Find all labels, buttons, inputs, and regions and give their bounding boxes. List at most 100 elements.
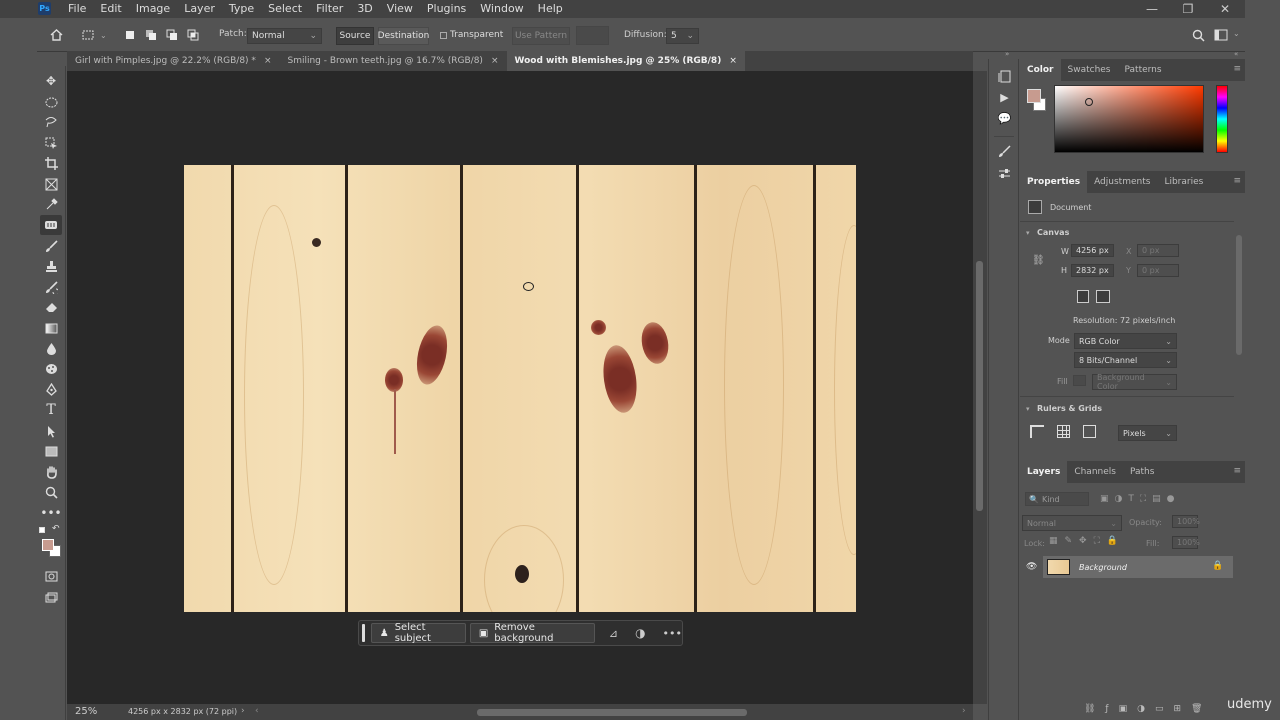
menu-window[interactable]: Window xyxy=(473,0,530,18)
foreground-color-swatch[interactable] xyxy=(42,539,54,551)
crop-tool-icon[interactable] xyxy=(40,153,62,173)
layers-menu-icon[interactable]: ≡ xyxy=(1233,466,1241,476)
tab-paths[interactable]: Paths xyxy=(1123,461,1161,483)
add-to-selection-icon[interactable] xyxy=(142,26,160,44)
type-tool-icon[interactable]: T xyxy=(40,400,62,420)
close-tab-icon[interactable]: × xyxy=(729,56,737,66)
width-field[interactable]: 4256 px xyxy=(1071,244,1114,257)
canvas-expand-chevron-icon[interactable]: ▾ xyxy=(1026,229,1030,237)
y-field[interactable]: 0 px xyxy=(1137,264,1179,277)
menu-layer[interactable]: Layer xyxy=(177,0,222,18)
document-image[interactable] xyxy=(184,165,856,612)
tab-wood-with-blemishes[interactable]: Wood with Blemishes.jpg @ 25% (RGB/8) × xyxy=(506,51,745,71)
marquee-tool-icon[interactable] xyxy=(40,92,62,112)
guides-icon[interactable] xyxy=(1083,425,1096,438)
menu-select[interactable]: Select xyxy=(261,0,309,18)
rulers-icon[interactable] xyxy=(1030,425,1044,438)
patch-tool-icon[interactable] xyxy=(40,215,62,235)
grid-icon[interactable] xyxy=(1057,425,1070,438)
horizontal-scrollbar-thumb[interactable] xyxy=(477,709,747,716)
status-chevron-right-icon[interactable]: › xyxy=(241,706,245,716)
more-options-icon[interactable]: ••• xyxy=(663,627,682,640)
diffusion-select[interactable]: 5 ⌄ xyxy=(666,28,699,44)
object-selection-tool-icon[interactable] xyxy=(40,133,62,153)
blur-tool-icon[interactable] xyxy=(40,338,62,358)
transparent-checkbox[interactable] xyxy=(440,32,447,39)
brush-tool-icon[interactable] xyxy=(40,236,62,256)
eyedropper-tool-icon[interactable] xyxy=(40,194,62,214)
properties-scrollbar-thumb[interactable] xyxy=(1236,235,1242,355)
more-tools-icon[interactable]: ••• xyxy=(40,503,62,523)
swap-colors-icon[interactable]: ↶ xyxy=(52,524,60,534)
visibility-eye-icon[interactable]: 👁 xyxy=(1026,562,1037,572)
layer-row-background[interactable] xyxy=(1043,556,1233,578)
menu-file[interactable]: File xyxy=(61,0,93,18)
menu-edit[interactable]: Edit xyxy=(93,0,128,18)
rulers-expand-chevron-icon[interactable]: ▾ xyxy=(1026,405,1030,413)
clone-stamp-tool-icon[interactable] xyxy=(40,256,62,276)
scroll-right-icon[interactable]: › xyxy=(962,706,966,716)
tab-swatches[interactable]: Swatches xyxy=(1061,59,1118,81)
layer-name[interactable]: Background xyxy=(1079,563,1127,572)
menu-filter[interactable]: Filter xyxy=(309,0,350,18)
use-pattern-button[interactable]: Use Pattern xyxy=(512,27,570,45)
default-colors-icon[interactable] xyxy=(39,527,45,533)
menu-view[interactable]: View xyxy=(380,0,420,18)
frame-tool-icon[interactable] xyxy=(40,174,62,194)
pen-tool-icon[interactable] xyxy=(40,379,62,399)
subtract-from-selection-icon[interactable] xyxy=(163,26,181,44)
collapse-panels-icon[interactable]: « xyxy=(1234,50,1238,58)
move-tool-icon[interactable]: ✥ xyxy=(40,71,62,91)
layer-filter-icons[interactable]: ▣◑T⛶▤● xyxy=(1100,494,1181,504)
units-select[interactable]: Pixels ⌄ xyxy=(1118,425,1177,441)
adjustment-icon[interactable]: ◑ xyxy=(635,626,645,640)
photoshop-logo-icon[interactable]: Ps xyxy=(38,2,51,15)
fill-select[interactable]: Background Color ⌄ xyxy=(1092,373,1177,391)
new-selection-icon[interactable] xyxy=(121,26,139,44)
source-button[interactable]: Source xyxy=(336,27,374,45)
maximize-button[interactable]: ❐ xyxy=(1170,0,1206,18)
patch-mode-select[interactable]: Normal ⌄ xyxy=(247,28,322,44)
layer-lock-icon[interactable]: 🔒 xyxy=(1212,561,1223,571)
vertical-scrollbar[interactable] xyxy=(973,71,987,704)
pattern-swatch[interactable] xyxy=(576,26,609,45)
brushes-panel-icon[interactable] xyxy=(996,143,1013,160)
workspace-icon[interactable] xyxy=(1212,26,1230,44)
adjustments-sliders-icon[interactable] xyxy=(996,165,1013,182)
history-brush-tool-icon[interactable] xyxy=(40,277,62,297)
height-field[interactable]: 2832 px xyxy=(1071,264,1114,277)
scroll-left-icon[interactable]: ‹ xyxy=(255,706,259,716)
menu-type[interactable]: Type xyxy=(222,0,261,18)
fill-swatch[interactable] xyxy=(1073,375,1086,386)
link-dimensions-icon[interactable]: ⛓ xyxy=(1032,255,1045,266)
opacity-field[interactable]: 100% xyxy=(1172,515,1200,528)
kind-filter[interactable]: 🔍 Kind xyxy=(1025,492,1089,506)
tab-channels[interactable]: Channels xyxy=(1067,461,1123,483)
zoom-tool-icon[interactable] xyxy=(40,482,62,502)
minimize-button[interactable]: — xyxy=(1134,0,1170,18)
color-field[interactable] xyxy=(1054,85,1204,153)
tab-libraries[interactable]: Libraries xyxy=(1157,171,1210,193)
menu-help[interactable]: Help xyxy=(531,0,570,18)
close-tab-icon[interactable]: × xyxy=(264,56,272,66)
tab-adjustments[interactable]: Adjustments xyxy=(1087,171,1157,193)
tab-color[interactable]: Color xyxy=(1020,59,1061,81)
blend-mode-select[interactable]: Normal ⌄ xyxy=(1022,515,1122,531)
patch-tool-preset-icon[interactable] xyxy=(80,26,98,44)
fill-opacity-field[interactable]: 100% xyxy=(1172,536,1200,549)
menu-plugins[interactable]: Plugins xyxy=(420,0,473,18)
mode-select[interactable]: RGB Color ⌄ xyxy=(1074,333,1177,349)
menu-3d[interactable]: 3D xyxy=(350,0,379,18)
close-tab-icon[interactable]: × xyxy=(491,56,499,66)
bit-depth-select[interactable]: 8 Bits/Channel ⌄ xyxy=(1074,352,1177,368)
collapse-strip-icon[interactable]: » xyxy=(1005,50,1009,58)
color-picker-ring[interactable] xyxy=(1085,98,1093,106)
tab-girl-with-pimples[interactable]: Girl with Pimples.jpg @ 22.2% (RGB/8) * × xyxy=(67,51,279,71)
fg-color-chip[interactable] xyxy=(1027,89,1041,103)
path-selection-tool-icon[interactable] xyxy=(40,421,62,441)
zoom-level[interactable]: 25% xyxy=(75,706,97,717)
crop-transform-icon[interactable]: ⊿ xyxy=(609,627,618,640)
preset-chevron-down-icon[interactable]: ⌄ xyxy=(100,31,107,40)
actions-play-icon[interactable]: ▶ xyxy=(996,89,1013,106)
landscape-orientation-icon[interactable] xyxy=(1096,290,1110,303)
